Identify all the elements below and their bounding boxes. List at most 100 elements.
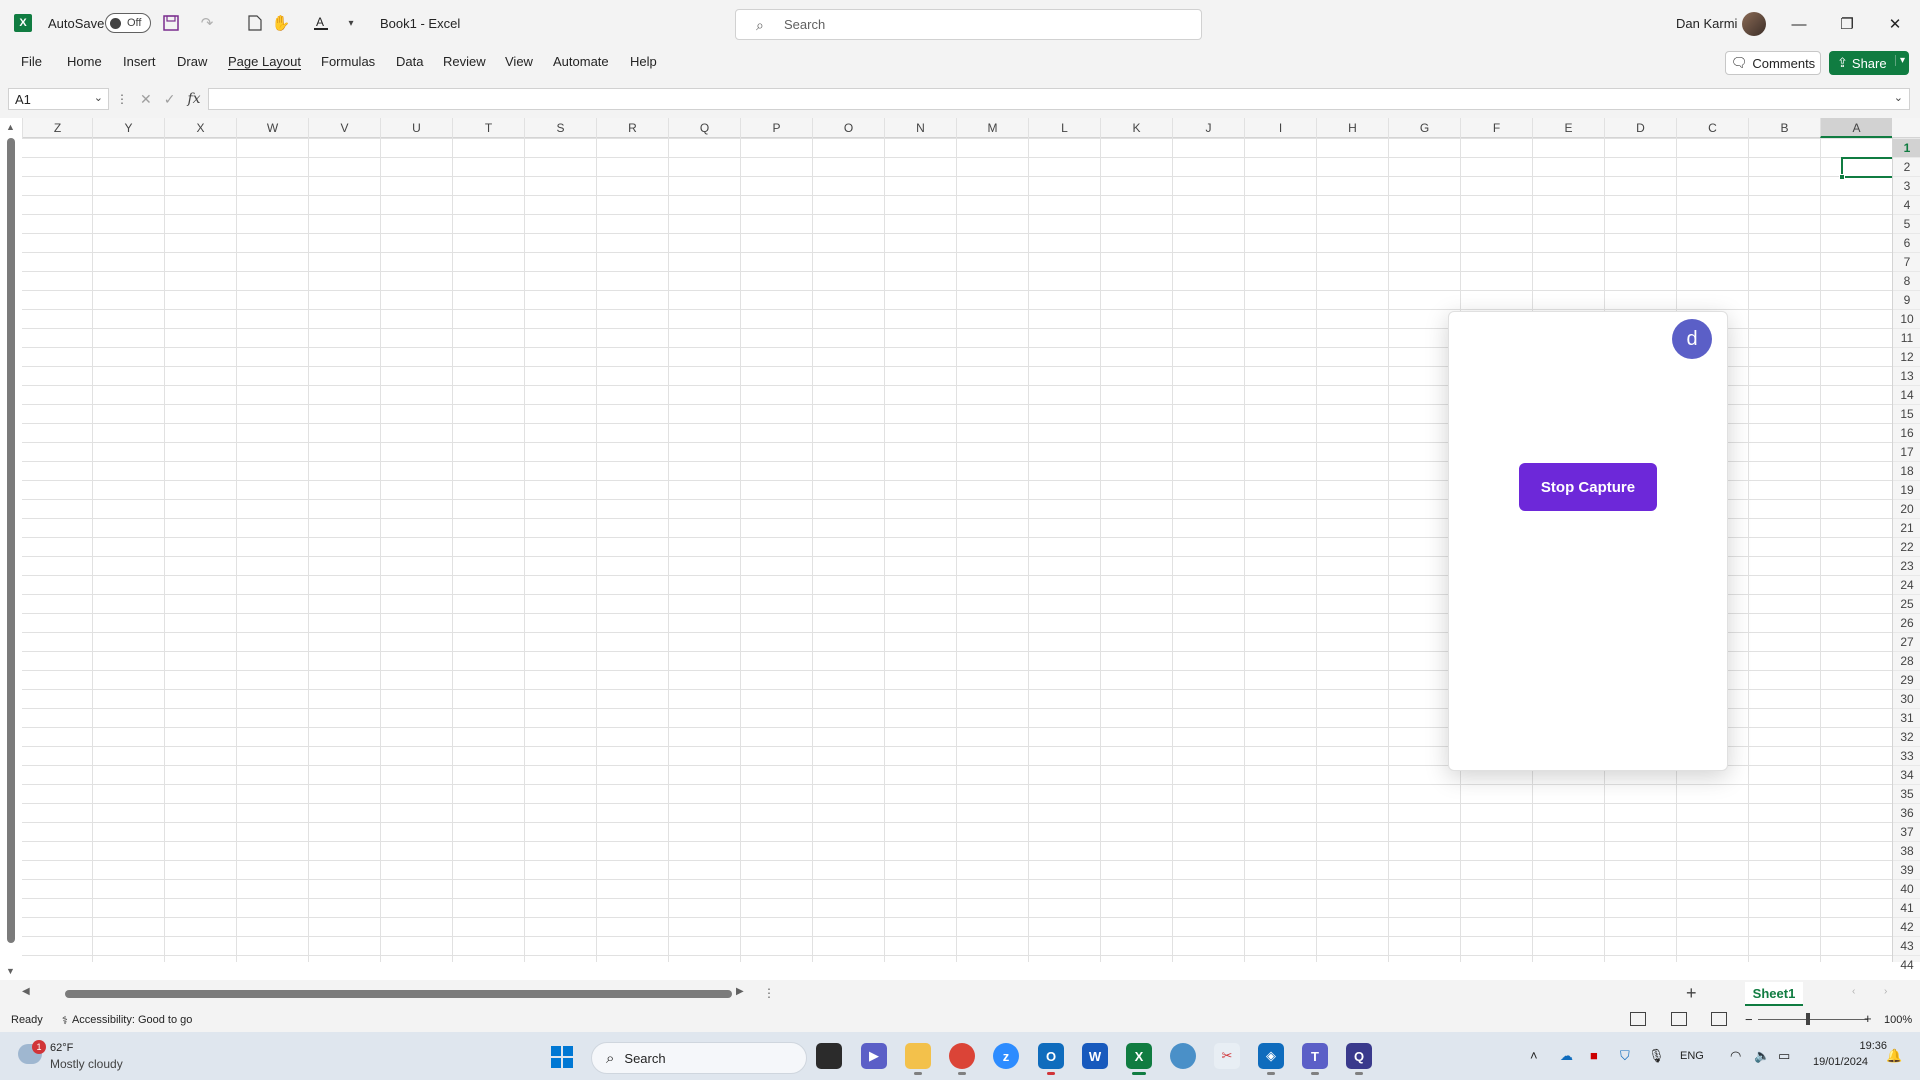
row-header[interactable]: 9 [1893, 290, 1920, 309]
row-header[interactable]: 44 [1893, 955, 1920, 974]
column-header[interactable]: T [452, 118, 524, 138]
row-header[interactable]: 13 [1893, 366, 1920, 385]
insert-function-icon[interactable]: fx [187, 91, 200, 107]
chevron-down-icon[interactable]: ▾ [1894, 55, 1905, 66]
zoom-in-icon[interactable]: + [1864, 1011, 1872, 1026]
sheet-nav-next-icon[interactable]: › [1884, 986, 1887, 997]
tab-file[interactable]: File [21, 54, 42, 69]
row-header[interactable]: 2 [1893, 157, 1920, 176]
tab-insert[interactable]: Insert [123, 54, 156, 69]
row-header[interactable]: 22 [1893, 537, 1920, 556]
column-header[interactable]: A [1820, 118, 1892, 138]
page-layout-view-icon[interactable] [1671, 1012, 1687, 1026]
column-header[interactable]: B [1748, 118, 1820, 138]
tab-review[interactable]: Review [443, 54, 486, 69]
column-header[interactable]: Q [668, 118, 740, 138]
row-header[interactable]: 30 [1893, 689, 1920, 708]
user-name[interactable]: Dan Karmi [1676, 16, 1737, 31]
name-box[interactable]: A1 ⌄ [8, 88, 109, 110]
more-options-icon[interactable]: ⋮ [763, 986, 775, 1000]
scroll-down-icon[interactable]: ▼ [6, 966, 15, 976]
clock-date[interactable]: 19/01/2024 [1813, 1056, 1868, 1068]
row-header[interactable]: 19 [1893, 480, 1920, 499]
row-header[interactable]: 5 [1893, 214, 1920, 233]
row-header[interactable]: 18 [1893, 461, 1920, 480]
chrome-icon[interactable] [949, 1043, 975, 1075]
column-header[interactable]: J [1172, 118, 1244, 138]
column-header[interactable]: V [308, 118, 380, 138]
scroll-thumb[interactable] [7, 138, 15, 943]
row-header[interactable]: 36 [1893, 803, 1920, 822]
row-header[interactable]: 40 [1893, 879, 1920, 898]
column-header[interactable]: H [1316, 118, 1388, 138]
volume-icon[interactable]: 🔈 [1754, 1048, 1770, 1064]
outlook-icon[interactable]: O [1038, 1043, 1064, 1075]
more-options-icon[interactable]: ⋮ [116, 92, 128, 106]
cancel-icon[interactable]: ✕ [140, 91, 152, 108]
vertical-scrollbar[interactable]: ▲ ▼ [0, 118, 22, 980]
column-header[interactable]: F [1460, 118, 1532, 138]
column-header[interactable]: X [164, 118, 236, 138]
column-header[interactable]: S [524, 118, 596, 138]
row-header[interactable]: 31 [1893, 708, 1920, 727]
file-manager-icon[interactable] [816, 1043, 842, 1069]
column-header[interactable]: L [1028, 118, 1100, 138]
row-header[interactable]: 38 [1893, 841, 1920, 860]
row-header[interactable]: 32 [1893, 727, 1920, 746]
row-header[interactable]: 11 [1893, 328, 1920, 347]
scroll-left-icon[interactable]: ◀ [22, 986, 30, 997]
add-sheet-button[interactable]: + [1686, 983, 1697, 1004]
scroll-right-icon[interactable]: ▶ [736, 986, 744, 997]
row-header[interactable]: 34 [1893, 765, 1920, 784]
customize-qat-icon[interactable]: ▾ [340, 12, 362, 34]
zoom-out-icon[interactable]: − [1745, 1012, 1753, 1027]
excel-icon[interactable]: X [1126, 1043, 1152, 1075]
column-header[interactable]: O [812, 118, 884, 138]
column-header[interactable]: C [1676, 118, 1748, 138]
row-header[interactable]: 26 [1893, 613, 1920, 632]
column-header[interactable]: W [236, 118, 308, 138]
tab-draw[interactable]: Draw [177, 54, 207, 69]
row-header[interactable]: 42 [1893, 917, 1920, 936]
row-header[interactable]: 35 [1893, 784, 1920, 803]
zoom-icon[interactable]: z [993, 1043, 1019, 1069]
row-header[interactable]: 39 [1893, 860, 1920, 879]
notification-bell-icon[interactable]: 🔔 [1886, 1048, 1902, 1064]
column-header[interactable]: Y [92, 118, 164, 138]
row-header[interactable]: 12 [1893, 347, 1920, 366]
row-header[interactable]: 28 [1893, 651, 1920, 670]
column-header[interactable]: I [1244, 118, 1316, 138]
zoom-level[interactable]: 100% [1884, 1014, 1912, 1026]
row-header[interactable]: 8 [1893, 271, 1920, 290]
touch-mode-icon[interactable]: ✋ [270, 12, 292, 34]
save-icon[interactable] [160, 12, 182, 34]
row-header[interactable]: 23 [1893, 556, 1920, 575]
column-header[interactable]: P [740, 118, 812, 138]
row-header[interactable]: 37 [1893, 822, 1920, 841]
pdf-app-icon[interactable]: ■ [1590, 1048, 1598, 1063]
onedrive-icon[interactable]: ☁ [1560, 1048, 1573, 1064]
normal-view-icon[interactable] [1630, 1012, 1646, 1026]
comments-button[interactable]: 🗨 Comments [1725, 51, 1821, 75]
redo-icon[interactable]: ↷ [196, 12, 218, 34]
tab-home[interactable]: Home [67, 54, 102, 69]
tab-formulas[interactable]: Formulas [321, 54, 375, 69]
windows-start-icon[interactable] [551, 1046, 573, 1068]
accessibility-status[interactable]: ⚕ Accessibility: Good to go [62, 1014, 192, 1027]
share-button[interactable]: ⇪ Share ▾ [1829, 51, 1909, 75]
weather-condition[interactable]: Mostly cloudy [50, 1057, 123, 1071]
new-file-icon[interactable] [244, 12, 266, 34]
word-icon[interactable]: W [1082, 1043, 1108, 1069]
column-header[interactable]: G [1388, 118, 1460, 138]
row-header[interactable]: 1 [1893, 138, 1920, 157]
row-header[interactable]: 4 [1893, 195, 1920, 214]
select-all-corner[interactable] [1892, 118, 1920, 138]
row-header[interactable]: 29 [1893, 670, 1920, 689]
row-header[interactable]: 27 [1893, 632, 1920, 651]
file-explorer-icon[interactable] [905, 1043, 931, 1075]
autosave-toggle[interactable]: Off [105, 13, 151, 33]
row-header[interactable]: 17 [1893, 442, 1920, 461]
remote-app-icon[interactable] [1170, 1043, 1196, 1069]
close-icon[interactable]: ✕ [1872, 8, 1918, 40]
scroll-up-icon[interactable]: ▲ [6, 122, 15, 132]
